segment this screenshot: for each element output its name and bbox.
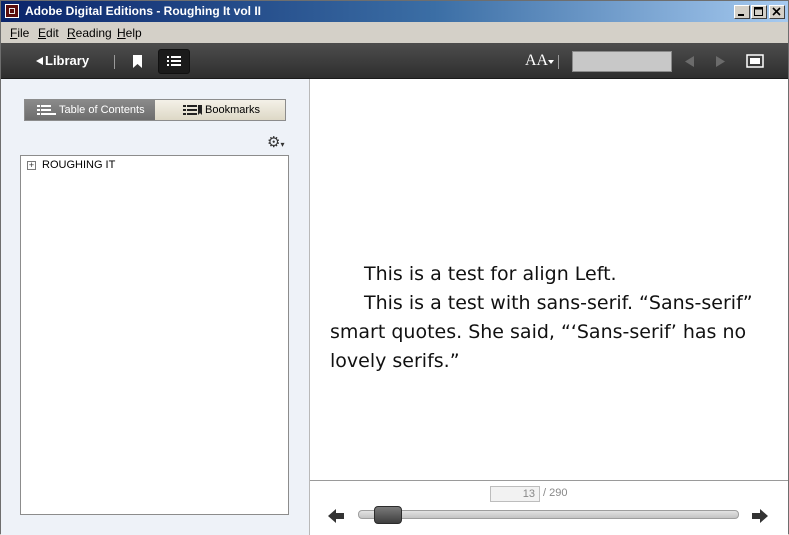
- maximize-button[interactable]: [751, 5, 767, 19]
- paragraph: This is a test for align Left.: [364, 263, 617, 285]
- maximize-icon: [754, 7, 763, 16]
- tab-bookmarks[interactable]: Bookmarks: [155, 100, 285, 120]
- toolbar-separator: [558, 55, 559, 69]
- menu-edit[interactable]: Edit: [38, 26, 59, 40]
- gear-icon[interactable]: ⚙▾: [267, 133, 284, 151]
- toc-item-label: ROUGHING IT: [42, 159, 116, 171]
- toolbar: Library AA: [1, 43, 788, 79]
- reading-pane: This is a test for align Left. This is a…: [310, 79, 788, 481]
- menu-bar: File Edit Reading Help: [1, 22, 788, 43]
- library-label: Library: [45, 53, 90, 68]
- close-icon: [772, 7, 781, 16]
- next-page-arrow-icon[interactable]: [751, 508, 769, 524]
- menu-help[interactable]: Help: [117, 26, 142, 40]
- page-slider-thumb[interactable]: [373, 506, 402, 524]
- bookmarks-list-icon: [183, 105, 202, 115]
- library-button[interactable]: Library: [35, 53, 89, 68]
- next-page-icon[interactable]: [715, 55, 726, 68]
- bookmark-icon[interactable]: [132, 54, 143, 69]
- page-search-input[interactable]: [572, 51, 672, 72]
- font-size-button[interactable]: AA: [525, 52, 555, 70]
- page-slider[interactable]: [358, 510, 739, 519]
- app-window: Adobe Digital Editions - Roughing It vol…: [0, 0, 789, 535]
- prev-page-arrow-icon[interactable]: [327, 508, 345, 524]
- total-pages: / 290: [543, 487, 568, 499]
- title-bar[interactable]: Adobe Digital Editions - Roughing It vol…: [1, 1, 788, 22]
- tab-label: Bookmarks: [205, 104, 261, 116]
- toolbar-separator: [114, 55, 115, 69]
- toc-tree: + ROUGHING IT: [20, 155, 289, 515]
- menu-reading[interactable]: Reading: [67, 26, 112, 40]
- menu-file[interactable]: File: [10, 26, 29, 40]
- font-size-label: AA: [525, 52, 549, 69]
- tab-table-of-contents[interactable]: Table of Contents: [25, 100, 155, 120]
- sidebar-tabs: Table of Contents Bookmarks: [24, 99, 286, 121]
- expand-icon[interactable]: +: [27, 160, 36, 170]
- page-navigation: 13 / 290: [310, 481, 788, 535]
- app-icon: [5, 4, 19, 18]
- close-button[interactable]: [769, 5, 785, 19]
- paragraph: This is a test with sans-serif. “Sans-se…: [330, 292, 753, 372]
- toc-view-button[interactable]: [158, 49, 190, 74]
- minimize-icon: [738, 14, 744, 16]
- fullscreen-icon[interactable]: [746, 54, 764, 68]
- font-size-icon: [548, 60, 555, 64]
- toc-list-icon: [37, 105, 56, 115]
- window-title: Adobe Digital Editions - Roughing It vol…: [25, 4, 261, 18]
- toc-item[interactable]: + ROUGHING IT: [27, 159, 115, 171]
- tab-label: Table of Contents: [59, 104, 145, 116]
- sidebar: Table of Contents Bookmarks ⚙▾ + ROUGHING…: [1, 79, 310, 535]
- minimize-button[interactable]: [734, 5, 750, 19]
- book-text: This is a test for align Left. This is a…: [330, 260, 760, 376]
- current-page-field[interactable]: 13: [490, 486, 540, 502]
- list-icon: [167, 56, 181, 66]
- back-triangle-icon: [36, 57, 43, 65]
- prev-page-icon[interactable]: [684, 55, 695, 68]
